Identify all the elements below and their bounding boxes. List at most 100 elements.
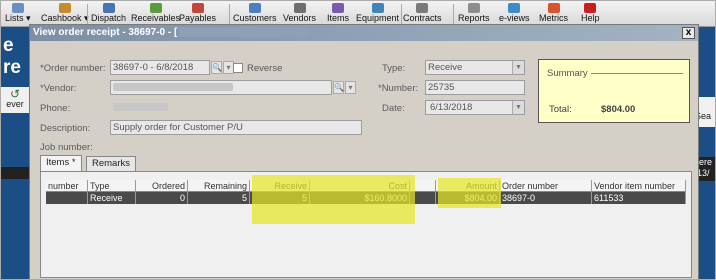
toolbar-label: Contracts	[403, 13, 442, 23]
toolbar-label: Items	[327, 13, 350, 23]
vendor-options-button[interactable]: ▾	[345, 81, 356, 94]
redacted-phone	[113, 103, 168, 112]
description-label: Description:	[40, 123, 91, 134]
table-cell: 5	[250, 192, 310, 204]
type-label: Type:	[382, 63, 406, 74]
toolbar-label: Metrics	[539, 13, 568, 23]
background-page-title: e re	[3, 35, 21, 78]
order-lookup-button[interactable]: 🔍	[211, 61, 222, 74]
table-cell: Receive	[88, 192, 136, 204]
column-header[interactable]: Ordered	[136, 180, 188, 192]
order-number-field[interactable]: 38697-0 - 6/8/2018	[110, 60, 210, 75]
order-number-label: *Order number:	[40, 63, 106, 74]
reverse-label: Reverse	[247, 63, 283, 74]
toolbar-button-customers[interactable]: Customers	[233, 3, 277, 25]
toolbar-button-metrics[interactable]: Metrics	[539, 3, 568, 25]
table-cell: 5	[188, 192, 250, 204]
redacted-title-text	[179, 27, 310, 38]
background-app-left: e re ↺ ever	[1, 27, 29, 279]
table-cell: 0	[136, 192, 188, 204]
toolbar-button-equipment[interactable]: Equipment	[356, 3, 399, 25]
table-cell	[410, 192, 436, 204]
toolbar-separator	[453, 4, 454, 24]
toolbar-label: Reports	[458, 13, 490, 23]
total-label: Total:	[549, 104, 572, 115]
items-icon	[332, 3, 344, 13]
toolbar-button-eviews[interactable]: e-views	[499, 3, 530, 25]
tab-remarks[interactable]: Remarks	[86, 156, 137, 171]
tab-items[interactable]: Items *	[40, 155, 82, 171]
toolbar-button-lists[interactable]: Lists ▾	[5, 3, 31, 25]
toolbar-separator	[229, 4, 230, 24]
date-dropdown-arrow[interactable]: ▼	[512, 101, 524, 114]
reverse-checkbox[interactable]	[233, 63, 243, 73]
items-tab-panel: number Type Ordered Remaining Receive Cost Amo…	[40, 171, 692, 278]
toolbar-label: Customers	[233, 13, 277, 23]
toolbar-label: Payables	[179, 13, 217, 23]
toolbar-button-help[interactable]: Help	[581, 3, 600, 25]
job-number-label: Job number:	[40, 142, 93, 153]
metrics-icon	[547, 3, 560, 13]
column-header[interactable]: Vendor item number	[592, 180, 686, 192]
toolbar-button-items[interactable]: Items	[327, 3, 349, 25]
equipment-icon	[371, 3, 384, 13]
column-header[interactable]: Type	[88, 180, 136, 192]
cashbook-icon	[58, 3, 71, 13]
toolbar-button-payables[interactable]: Payables	[179, 3, 216, 25]
toolbar-button-dispatch[interactable]: Dispatch	[91, 3, 126, 25]
lists-icon	[11, 3, 24, 13]
vendor-field[interactable]	[110, 80, 332, 95]
description-field[interactable]: Supply order for Customer P/U	[110, 120, 362, 135]
refresh-icon: ↺	[9, 87, 21, 101]
view-order-receipt-dialog: View order receipt - 38697-0 - [ x *Orde…	[29, 24, 699, 279]
background-right-label-2: 13/	[697, 168, 710, 178]
dispatch-icon	[102, 3, 115, 13]
toolbar-button-vendors[interactable]: Vendors	[283, 3, 316, 25]
vendor-lookup-button[interactable]: 🔍	[333, 81, 344, 94]
toolbar-label: Equipment	[356, 13, 400, 23]
toolbar-label: Lists ▾	[5, 13, 31, 23]
summary-title: Summary	[547, 68, 588, 79]
dialog-title-bar: View order receipt - 38697-0 - [ x	[30, 25, 698, 41]
column-header[interactable]: number	[46, 180, 88, 192]
type-dropdown-arrow[interactable]: ▼	[512, 61, 524, 74]
date-field[interactable]: 6/13/2018	[425, 100, 525, 115]
toolbar-label: e-views	[499, 13, 530, 23]
column-header[interactable]: Amount	[436, 180, 500, 192]
column-header[interactable]: Remaining	[188, 180, 250, 192]
column-header[interactable]	[410, 180, 436, 192]
toolbar-label: Cashbook ▾	[41, 13, 89, 23]
type-select[interactable]: Receive	[425, 60, 525, 75]
toolbar-button-contracts[interactable]: Contracts	[403, 3, 442, 25]
redacted-vendor	[113, 83, 233, 92]
summary-panel: Summary Total: $804.00	[538, 59, 690, 123]
date-label: Date:	[382, 103, 405, 114]
reports-icon	[467, 3, 480, 13]
toolbar-separator	[401, 4, 402, 24]
toolbar-button-cashbook[interactable]: Cashbook ▾	[41, 3, 89, 25]
column-header[interactable]: Receive	[250, 180, 310, 192]
dialog-title: View order receipt - 38697-0 - [	[33, 27, 178, 38]
phone-field	[110, 100, 180, 115]
toolbar-label: Vendors	[283, 13, 317, 23]
vendor-label: *Vendor:	[40, 83, 77, 94]
toolbar-button-reports[interactable]: Reports	[458, 3, 490, 25]
receivables-icon	[149, 3, 162, 13]
toolbar-button-receivables[interactable]: Receivables	[131, 3, 180, 25]
column-header[interactable]: Cost	[310, 180, 410, 192]
background-left-button[interactable]: ↺ ever	[1, 87, 29, 113]
column-header[interactable]: Order number	[500, 180, 592, 192]
contracts-icon	[416, 3, 429, 13]
table-cell: $804.00	[436, 192, 500, 204]
items-grid: number Type Ordered Remaining Receive Cost Amo…	[46, 180, 686, 204]
toolbar-label: Dispatch	[91, 13, 127, 23]
toolbar-label: Help	[581, 13, 600, 23]
number-field[interactable]: 25735	[425, 80, 525, 95]
summary-divider	[591, 73, 683, 74]
close-button[interactable]: x	[682, 27, 695, 39]
table-row[interactable]: Receive 0 5 5 $160.8000 $804.00 38697-0 611533	[46, 192, 686, 204]
help-icon	[584, 3, 597, 13]
customers-icon	[248, 3, 261, 13]
payables-icon	[191, 3, 204, 13]
background-left-button-label: ever	[6, 99, 24, 109]
